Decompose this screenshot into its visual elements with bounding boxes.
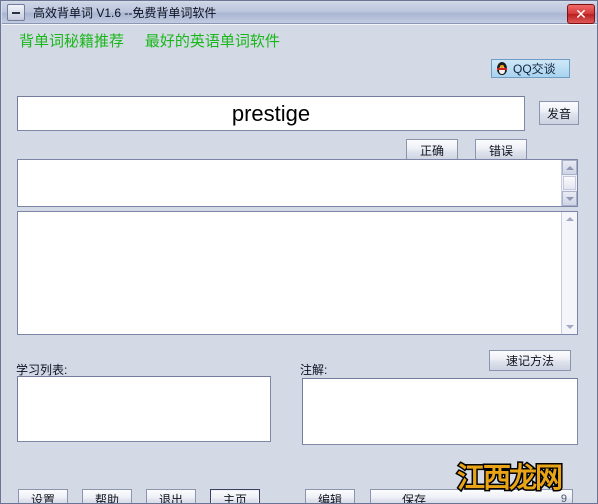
edit-button[interactable]: 编辑 <box>305 489 355 504</box>
qq-penguin-icon <box>495 61 509 76</box>
mnemonic-method-label: 速记方法 <box>505 354 554 368</box>
word-input-value: prestige <box>231 100 311 126</box>
pronounce-label: 发音 <box>546 106 571 121</box>
save-counter: 9 <box>560 493 567 504</box>
definition-scroll-thumb[interactable] <box>563 176 576 190</box>
help-button[interactable]: 帮助 <box>82 489 132 504</box>
application-window: 高效背单词 V1.6 --免费背单词软件 ✕ 背单词秘籍推荐 最好的英语单词软件… <box>0 0 598 504</box>
notes-scrollbar[interactable] <box>561 212 577 334</box>
pronounce-button[interactable]: 发音 <box>539 101 579 125</box>
chevron-up-icon[interactable] <box>566 217 574 221</box>
annotation-input[interactable] <box>302 378 578 445</box>
definition-scroll-up-button[interactable] <box>562 160 577 175</box>
client-area: 背单词秘籍推荐 最好的英语单词软件 QQ交谈 prestige 发音 正确 错误 <box>2 24 597 504</box>
qq-chat-button[interactable]: QQ交谈 <box>491 59 570 78</box>
chevron-down-icon <box>565 196 574 201</box>
close-icon[interactable]: ✕ <box>567 4 595 24</box>
edit-label: 编辑 <box>317 492 342 504</box>
system-menu-icon[interactable] <box>7 4 25 21</box>
promo-text: 背单词秘籍推荐 最好的英语单词软件 <box>19 33 280 50</box>
correct-label: 正确 <box>419 144 444 158</box>
chevron-up-icon <box>565 165 574 170</box>
help-label: 帮助 <box>94 492 119 504</box>
title-bar: 高效背单词 V1.6 --免费背单词软件 ✕ <box>2 2 597 24</box>
study-list[interactable] <box>17 376 271 442</box>
promo-banner: 背单词秘籍推荐 最好的英语单词软件 <box>2 25 597 57</box>
definition-panel[interactable] <box>17 159 578 207</box>
save-button[interactable]: 保存 9 <box>370 489 573 504</box>
word-input[interactable]: prestige <box>17 96 525 131</box>
wrong-label: 错误 <box>488 144 513 158</box>
exit-button[interactable]: 退出 <box>146 489 196 504</box>
definition-scrollbar[interactable] <box>561 160 577 206</box>
settings-button[interactable]: 设置 <box>18 489 68 504</box>
homepage-label: 主页 <box>222 492 247 504</box>
annotation-label: 注解: <box>300 363 328 377</box>
save-label: 保存 <box>402 492 427 504</box>
settings-label: 设置 <box>30 492 55 504</box>
homepage-button[interactable]: 主页 <box>210 489 260 504</box>
exit-label: 退出 <box>158 492 183 504</box>
window-title: 高效背单词 V1.6 --免费背单词软件 <box>33 6 217 20</box>
chevron-down-icon[interactable] <box>566 325 574 329</box>
notes-panel[interactable] <box>17 211 578 335</box>
qq-chat-label: QQ交谈 <box>513 62 556 76</box>
mnemonic-method-button[interactable]: 速记方法 <box>489 350 571 371</box>
definition-scroll-down-button[interactable] <box>562 191 577 206</box>
